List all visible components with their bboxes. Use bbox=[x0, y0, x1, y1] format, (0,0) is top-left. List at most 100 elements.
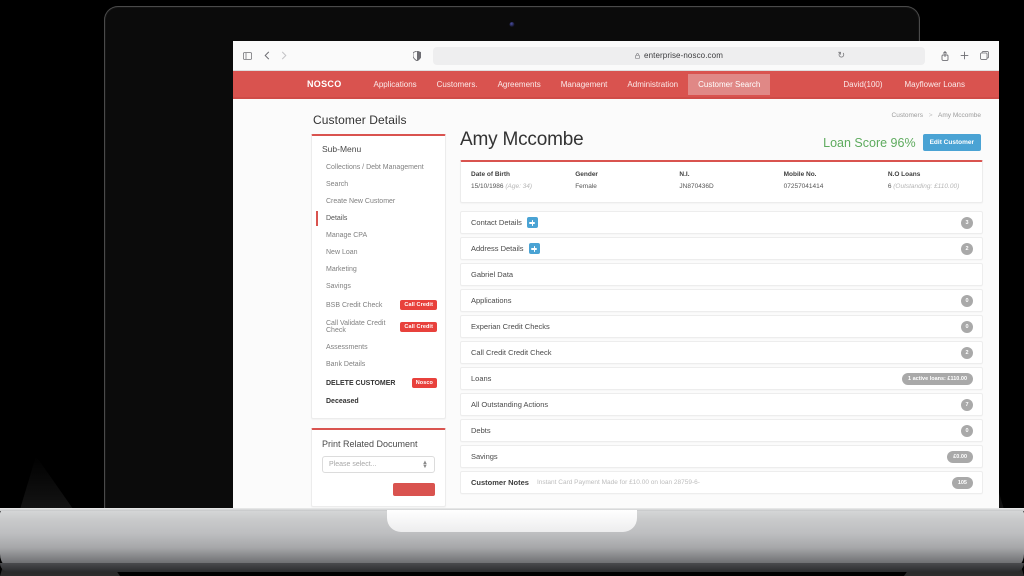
sidebar-item-label: Search bbox=[326, 181, 349, 188]
breadcrumb-parent[interactable]: Customers bbox=[892, 112, 923, 119]
sidebar-item-bsb-credit-check[interactable]: BSB Credit Check Call Credit bbox=[312, 295, 445, 315]
stat-mobile-number: Mobile No. 07257041414 bbox=[774, 171, 878, 192]
stepper-icon: ▲ ▼ bbox=[422, 459, 428, 470]
accordion-count-badge: 2 bbox=[961, 242, 973, 255]
sidebar-item-new-loan[interactable]: New Loan bbox=[312, 244, 445, 261]
submenu-list: Collections / Debt Management Search Cre… bbox=[312, 159, 445, 418]
stat-value: JN870436D bbox=[679, 182, 765, 192]
submenu-heading: Sub-Menu bbox=[322, 144, 362, 154]
accordion-row-all-outstanding-actions[interactable]: All Outstanding Actions 7 bbox=[460, 393, 983, 417]
accordion-label: All Outstanding Actions bbox=[471, 400, 549, 410]
stat-number-of-loans: N.O Loans 6 (Outstanding: £110.00) bbox=[878, 171, 982, 192]
brand-logo[interactable]: NOSCO bbox=[307, 79, 342, 89]
sidebar-item-deceased[interactable]: Deceased bbox=[312, 393, 445, 410]
stat-value-text: 15/10/1986 bbox=[471, 183, 506, 190]
stat-gender: Gender Female bbox=[565, 171, 669, 192]
stat-value-note: (Age: 34) bbox=[505, 183, 533, 190]
sidebar-item-assessments[interactable]: Assessments bbox=[312, 339, 445, 356]
customer-header: Amy Mccombe Loan Score 96% Edit Customer bbox=[460, 129, 983, 160]
nav-organisation[interactable]: Mayflower Loans bbox=[905, 74, 965, 95]
accordion-count-badge: 7 bbox=[961, 398, 973, 411]
new-tab-icon[interactable] bbox=[960, 51, 969, 60]
accordion-row-savings[interactable]: Savings £0.00 bbox=[460, 445, 983, 469]
print-related-document-card: Print Related Document Please select... … bbox=[311, 428, 446, 507]
sidebar-item-create-new-customer[interactable]: Create New Customer bbox=[312, 193, 445, 210]
sidebar-item-savings[interactable]: Savings bbox=[312, 278, 445, 295]
customer-name: Amy Mccombe bbox=[460, 129, 584, 150]
print-document-select[interactable]: Please select... ▲ ▼ bbox=[322, 456, 435, 473]
address-bar[interactable]: enterprise-nosco.com ↻ bbox=[433, 46, 925, 65]
forward-icon[interactable] bbox=[281, 51, 287, 60]
reload-icon[interactable]: ↻ bbox=[837, 50, 845, 61]
accordion-count-badge: 105 bbox=[951, 476, 973, 489]
sidebar-badge-call-credit[interactable]: Call Credit bbox=[400, 300, 437, 310]
accordion-label: Savings bbox=[471, 452, 498, 462]
privacy-shield-icon[interactable] bbox=[413, 50, 421, 61]
sidebar-item-label: Create New Customer bbox=[326, 198, 396, 205]
sidebar-item-label: DELETE CUSTOMER bbox=[326, 379, 396, 387]
sidebar-badge-nosco[interactable]: Nosco bbox=[411, 378, 437, 388]
nav-item-agreements[interactable]: Agreements bbox=[488, 74, 551, 95]
accordion-label: Contact Details bbox=[471, 218, 522, 228]
accordion-row-address-details[interactable]: Address Details 2 bbox=[460, 237, 983, 261]
sidebar-item-label: Manage CPA bbox=[326, 232, 368, 239]
accordion-row-debts[interactable]: Debts 0 bbox=[460, 419, 983, 443]
accordion-count-badge: 1 active loans: £110.00 bbox=[901, 372, 973, 385]
stat-value: 07257041414 bbox=[784, 182, 870, 192]
sidebar-badge-call-credit[interactable]: Call Credit bbox=[400, 322, 437, 332]
print-card-title: Print Related Document bbox=[322, 439, 418, 449]
sidebar-icon[interactable] bbox=[243, 51, 252, 60]
sidebar-item-manage-cpa[interactable]: Manage CPA bbox=[312, 227, 445, 244]
accordion-row-call-credit-credit-check[interactable]: Call Credit Credit Check 2 bbox=[460, 341, 983, 365]
print-button[interactable] bbox=[393, 483, 435, 496]
app-navbar: NOSCO Applications Customers. Agreements… bbox=[233, 71, 999, 97]
nav-item-customer-search[interactable]: Customer Search bbox=[688, 73, 771, 95]
accordion-count-badge: 0 bbox=[961, 424, 973, 437]
nav-item-administration[interactable]: Administration bbox=[617, 74, 688, 95]
nav-item-applications[interactable]: Applications bbox=[364, 74, 427, 95]
sidebar-item-bank-details[interactable]: Bank Details bbox=[312, 356, 445, 373]
sidebar-item-details[interactable]: Details bbox=[312, 210, 445, 227]
breadcrumb: Customers > Amy Mccombe bbox=[460, 111, 983, 129]
sidebar-item-label: BSB Credit Check bbox=[326, 301, 383, 309]
add-icon[interactable] bbox=[528, 243, 540, 255]
add-icon[interactable] bbox=[526, 217, 538, 229]
sidebar-item-label: Deceased bbox=[326, 398, 359, 405]
edit-customer-button[interactable]: Edit Customer bbox=[922, 134, 981, 151]
stat-value-text: Female bbox=[575, 183, 597, 190]
sidebar-item-delete-customer[interactable]: DELETE CUSTOMER Nosco bbox=[312, 373, 445, 393]
page-title: Customer Details bbox=[313, 113, 407, 127]
url-text: enterprise-nosco.com bbox=[644, 51, 723, 60]
accordion-row-customer-notes[interactable]: Customer Notes Instant Card Payment Made… bbox=[460, 471, 983, 495]
nav-user-account[interactable]: David(100) bbox=[843, 74, 882, 95]
browser-screen: enterprise-nosco.com ↻ NOSCO Application… bbox=[233, 41, 999, 522]
sidebar-item-collections[interactable]: Collections / Debt Management bbox=[312, 159, 445, 176]
sidebar-item-call-validate-credit-check[interactable]: Call Validate Credit Check Call Credit bbox=[312, 315, 445, 339]
stat-date-of-birth: Date of Birth 15/10/1986 (Age: 34) bbox=[461, 171, 565, 192]
accordion-row-gabriel-data[interactable]: Gabriel Data bbox=[460, 263, 983, 287]
accordion-label: Call Credit Credit Check bbox=[471, 348, 552, 358]
page-body: Customer Details Sub-Menu Collections / … bbox=[233, 99, 999, 507]
sidebar-item-search[interactable]: Search bbox=[312, 176, 445, 193]
accordion-row-experian-credit-checks[interactable]: Experian Credit Checks 0 bbox=[460, 315, 983, 339]
customer-header-actions: Loan Score 96% Edit Customer bbox=[823, 134, 981, 151]
sidebar-item-label: Bank Details bbox=[326, 361, 366, 368]
stat-value: Female bbox=[575, 182, 661, 192]
nav-item-management[interactable]: Management bbox=[551, 74, 618, 95]
nav-item-customers[interactable]: Customers. bbox=[427, 74, 488, 95]
stat-label: Mobile No. bbox=[783, 171, 817, 178]
base-foot bbox=[0, 563, 1024, 572]
accordion-list: Contact Details 3 Address Details 2 Gabr… bbox=[460, 211, 983, 495]
loan-score: Loan Score 96% bbox=[823, 135, 916, 150]
accordion-row-contact-details[interactable]: Contact Details 3 bbox=[460, 211, 983, 235]
tabs-icon[interactable] bbox=[980, 51, 989, 60]
browser-toolbar: enterprise-nosco.com ↻ bbox=[233, 41, 999, 71]
sidebar-item-marketing[interactable]: Marketing bbox=[312, 261, 445, 278]
submenu-card: Sub-Menu Collections / Debt Management S… bbox=[311, 134, 446, 419]
accordion-row-applications[interactable]: Applications 0 bbox=[460, 289, 983, 313]
laptop-lid: MacBook Pro bbox=[104, 6, 999, 526]
share-icon[interactable] bbox=[941, 50, 949, 61]
back-icon[interactable] bbox=[264, 51, 270, 60]
accordion-label: Experian Credit Checks bbox=[471, 322, 550, 332]
accordion-row-loans[interactable]: Loans 1 active loans: £110.00 bbox=[460, 367, 983, 391]
